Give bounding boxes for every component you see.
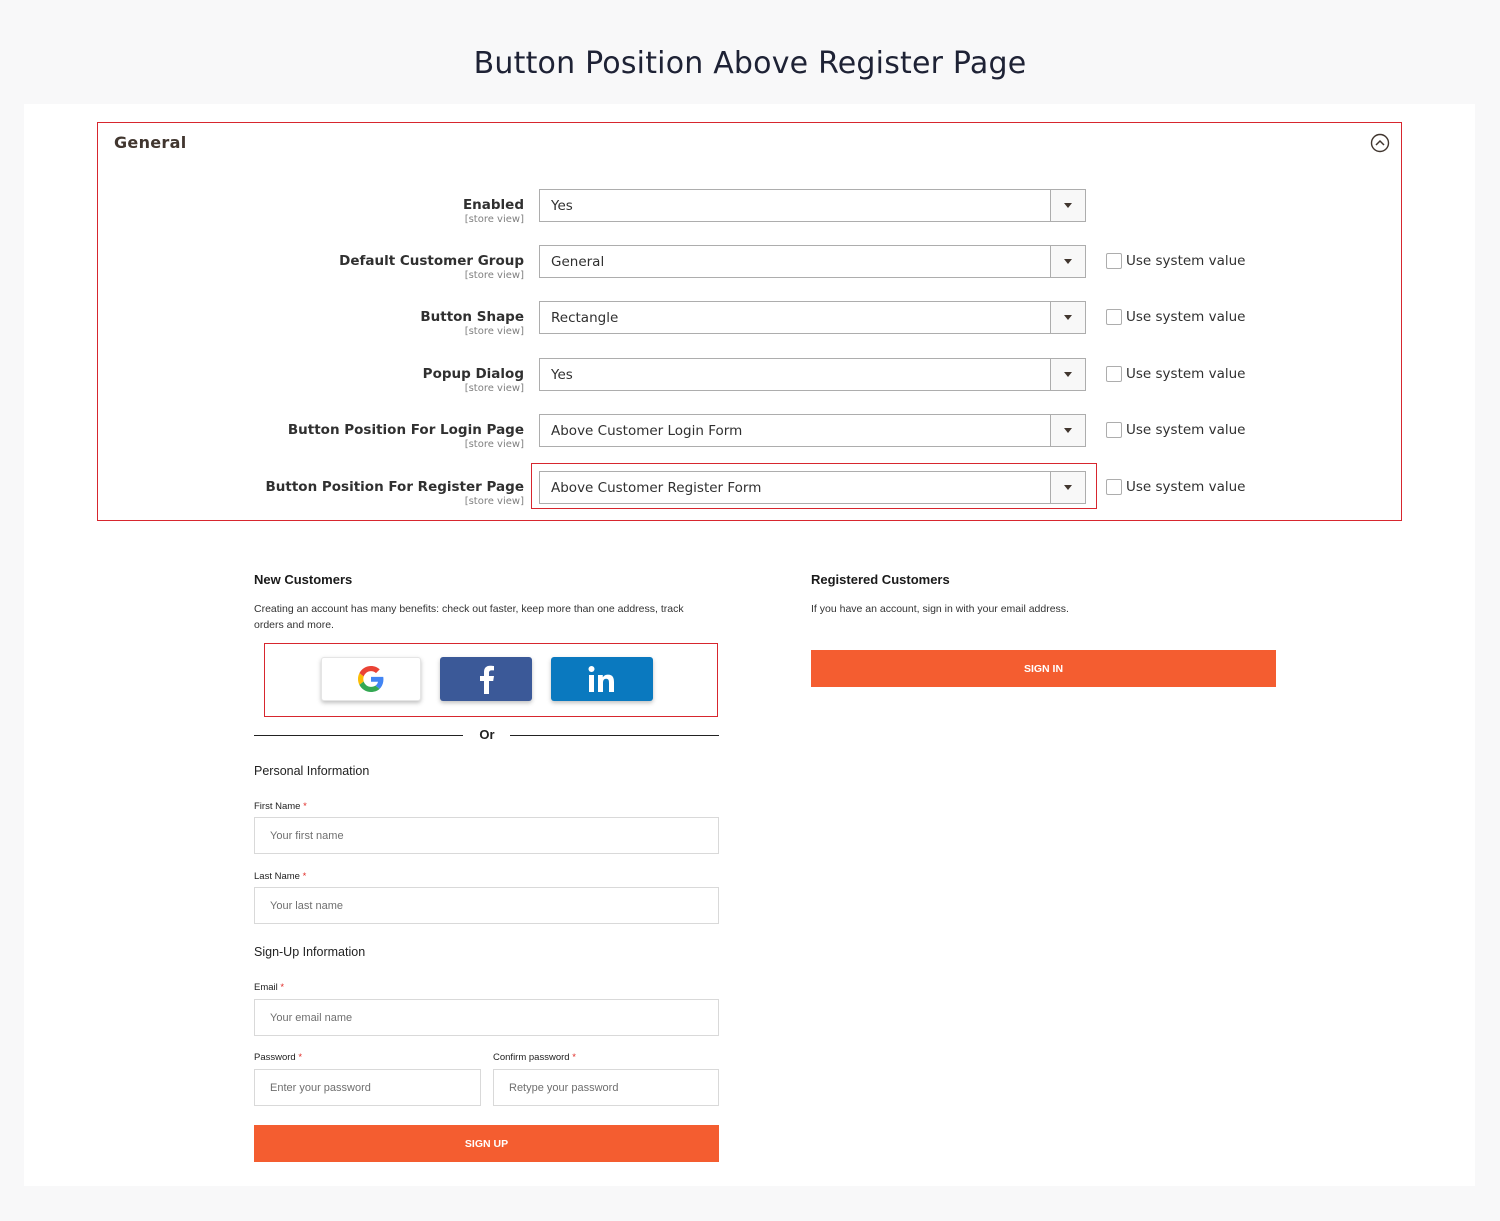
new-customers-block: New Customers Creating an account has ma… (254, 572, 720, 1162)
dropdown-arrow-icon[interactable] (1050, 302, 1085, 333)
first-name-input[interactable] (254, 817, 719, 854)
social-login-buttons (264, 643, 718, 717)
field-label: Default Customer Group (339, 253, 524, 269)
scope-label: [store view] (464, 439, 524, 450)
google-icon (358, 666, 384, 692)
select-value: Rectangle (551, 310, 619, 326)
field-label: Button Shape (420, 309, 524, 325)
dropdown-arrow-icon[interactable] (1050, 472, 1085, 503)
config-row-login-position: Button Position For Login Page [store vi… (98, 414, 1401, 462)
facebook-login-button[interactable] (440, 657, 532, 701)
or-divider: Or (254, 727, 720, 743)
section-title[interactable]: General (114, 133, 187, 152)
general-config-section: General Enabled [store view] Yes Default… (97, 122, 1402, 521)
config-row-default-customer-group: Default Customer Group [store view] Gene… (98, 245, 1401, 293)
signup-information-heading: Sign-Up Information (254, 945, 366, 959)
select-value: Yes (551, 367, 573, 383)
field-label: Button Position For Register Page (265, 479, 524, 495)
select-value: Above Customer Register Form (551, 480, 762, 496)
sign-in-button[interactable]: SIGN IN (811, 650, 1276, 687)
use-system-value-label: Use system value (1126, 308, 1246, 325)
new-customers-text: Creating an account has many benefits: c… (254, 603, 684, 631)
dropdown-arrow-icon[interactable] (1050, 359, 1085, 390)
linkedin-login-button[interactable] (551, 657, 653, 701)
scope-label: [store view] (464, 270, 524, 281)
select-value: General (551, 254, 605, 270)
select-value: Yes (551, 198, 573, 214)
page-title: Button Position Above Register Page (473, 46, 1027, 81)
facebook-icon (480, 665, 494, 694)
last-name-label: Last Name * (254, 871, 307, 882)
dropdown-arrow-icon[interactable] (1050, 415, 1085, 446)
checkbox[interactable] (1106, 421, 1122, 438)
sign-up-button[interactable]: SIGN UP (254, 1125, 719, 1162)
scope-label: [store view] (464, 214, 524, 225)
new-customers-title: New Customers (254, 572, 353, 587)
use-system-value-checkbox[interactable]: Use system value (1106, 421, 1245, 441)
password-input[interactable] (254, 1069, 481, 1106)
scope-label: [store view] (464, 326, 524, 337)
use-system-value-checkbox[interactable]: Use system value (1106, 252, 1245, 272)
personal-information-heading: Personal Information (254, 764, 370, 778)
enabled-select[interactable]: Yes (539, 189, 1086, 222)
select-value: Above Customer Login Form (551, 423, 743, 439)
checkbox[interactable] (1106, 252, 1122, 269)
use-system-value-checkbox[interactable]: Use system value (1106, 308, 1245, 328)
last-name-input[interactable] (254, 887, 719, 924)
email-input[interactable] (254, 999, 719, 1036)
use-system-value-label: Use system value (1126, 421, 1246, 438)
scope-label: [store view] (464, 496, 524, 507)
registered-customers-block: Registered Customers If you have an acco… (811, 572, 1277, 687)
scope-label: [store view] (464, 383, 524, 394)
register-position-select[interactable]: Above Customer Register Form (539, 471, 1086, 504)
use-system-value-label: Use system value (1126, 365, 1246, 382)
use-system-value-checkbox[interactable]: Use system value (1106, 478, 1245, 498)
divider-line (510, 735, 719, 736)
google-login-button[interactable] (321, 657, 421, 701)
dropdown-arrow-icon[interactable] (1050, 246, 1085, 277)
use-system-value-label: Use system value (1126, 478, 1246, 495)
linkedin-icon (588, 666, 614, 692)
config-row-enabled: Enabled [store view] Yes (98, 189, 1401, 237)
login-position-select[interactable]: Above Customer Login Form (539, 414, 1086, 447)
field-label: Button Position For Login Page (287, 422, 524, 438)
button-shape-select[interactable]: Rectangle (539, 301, 1086, 334)
dropdown-arrow-icon[interactable] (1050, 190, 1085, 221)
password-label: Password * (254, 1052, 303, 1063)
config-row-button-shape: Button Shape [store view] Rectangle Use … (98, 301, 1401, 349)
popup-dialog-select[interactable]: Yes (539, 358, 1086, 391)
checkbox[interactable] (1106, 478, 1122, 495)
collapse-chevron-up-icon[interactable] (1370, 133, 1390, 153)
field-label: Popup Dialog (422, 366, 524, 382)
default-customer-group-select[interactable]: General (539, 245, 1086, 278)
confirm-password-label: Confirm password * (493, 1052, 576, 1063)
use-system-value-checkbox[interactable]: Use system value (1106, 365, 1245, 385)
config-row-popup-dialog: Popup Dialog [store view] Yes Use system… (98, 358, 1401, 406)
email-label: Email * (254, 982, 285, 993)
config-row-register-position: Button Position For Register Page [store… (98, 463, 1401, 519)
first-name-label: First Name * (254, 801, 307, 812)
checkbox[interactable] (1106, 365, 1122, 382)
checkbox[interactable] (1106, 308, 1122, 325)
field-label: Enabled (462, 197, 524, 213)
registered-customers-title: Registered Customers (811, 572, 950, 587)
confirm-password-input[interactable] (493, 1069, 719, 1106)
registered-customers-text: If you have an account, sign in with you… (811, 603, 1069, 615)
use-system-value-label: Use system value (1126, 252, 1246, 269)
